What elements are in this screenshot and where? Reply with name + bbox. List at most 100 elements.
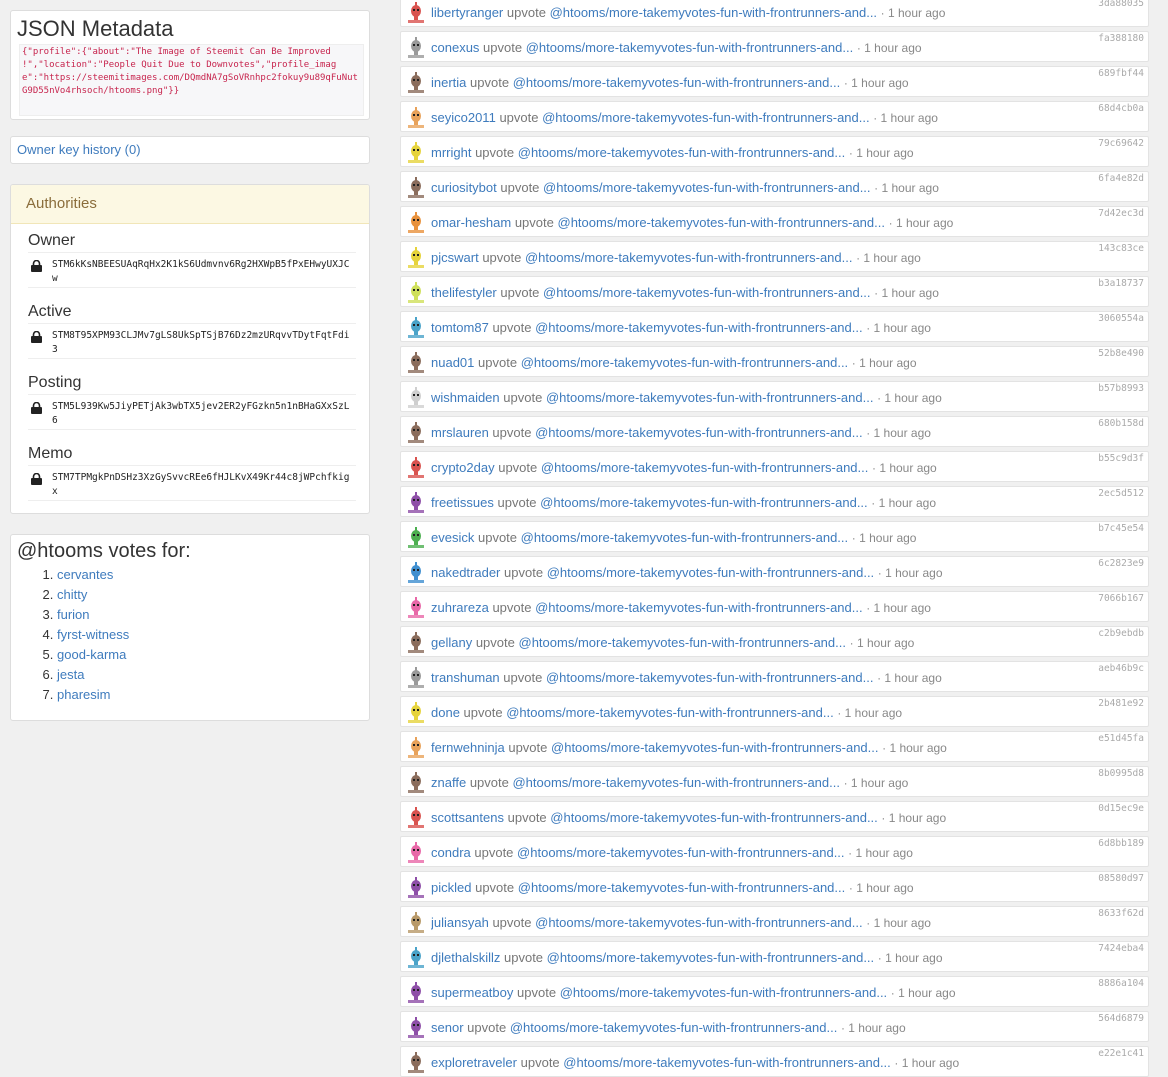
robot-avatar-icon[interactable] — [405, 1051, 427, 1073]
robot-avatar-icon[interactable] — [405, 351, 427, 373]
robot-avatar-icon[interactable] — [405, 911, 427, 933]
activity-user-link[interactable]: pickled — [431, 880, 471, 895]
activity-user-link[interactable]: condra — [431, 845, 471, 860]
activity-trx-hash[interactable]: 3060554a — [1098, 313, 1144, 324]
activity-post-link[interactable]: @htooms/more-takemyvotes-fun-with-frontr… — [506, 705, 833, 720]
witness-link[interactable]: furion — [57, 607, 90, 622]
activity-user-link[interactable]: wishmaiden — [431, 390, 500, 405]
robot-avatar-icon[interactable] — [405, 841, 427, 863]
activity-post-link[interactable]: @htooms/more-takemyvotes-fun-with-frontr… — [517, 845, 844, 860]
activity-user-link[interactable]: juliansyah — [431, 915, 489, 930]
owner-key-history[interactable]: Owner key history (0) — [10, 136, 370, 164]
robot-avatar-icon[interactable] — [405, 981, 427, 1003]
activity-trx-hash[interactable]: 564d6879 — [1098, 1013, 1144, 1024]
robot-avatar-icon[interactable] — [405, 36, 427, 58]
activity-post-link[interactable]: @htooms/more-takemyvotes-fun-with-frontr… — [540, 495, 867, 510]
activity-post-link[interactable]: @htooms/more-takemyvotes-fun-with-frontr… — [518, 880, 845, 895]
activity-trx-hash[interactable]: 6fa4e82d — [1098, 173, 1144, 184]
robot-avatar-icon[interactable] — [405, 71, 427, 93]
robot-avatar-icon[interactable] — [405, 281, 427, 303]
activity-post-link[interactable]: @htooms/more-takemyvotes-fun-with-frontr… — [526, 40, 853, 55]
activity-trx-hash[interactable]: 2ec5d512 — [1098, 488, 1144, 499]
activity-trx-hash[interactable]: 689fbf44 — [1098, 68, 1144, 79]
activity-user-link[interactable]: transhuman — [431, 670, 500, 685]
robot-avatar-icon[interactable] — [405, 106, 427, 128]
activity-trx-hash[interactable]: 8886a104 — [1098, 978, 1144, 989]
robot-avatar-icon[interactable] — [405, 246, 427, 268]
activity-post-link[interactable]: @htooms/more-takemyvotes-fun-with-frontr… — [510, 1020, 837, 1035]
activity-trx-hash[interactable]: 143c83ce — [1098, 243, 1144, 254]
activity-trx-hash[interactable]: b3a18737 — [1098, 278, 1144, 289]
activity-post-link[interactable]: @htooms/more-takemyvotes-fun-with-frontr… — [550, 5, 877, 20]
robot-avatar-icon[interactable] — [405, 876, 427, 898]
activity-trx-hash[interactable]: 7066b167 — [1098, 593, 1144, 604]
activity-user-link[interactable]: supermeatboy — [431, 985, 513, 1000]
activity-trx-hash[interactable]: b57b8993 — [1098, 383, 1144, 394]
activity-post-link[interactable]: @htooms/more-takemyvotes-fun-with-frontr… — [550, 810, 877, 825]
robot-avatar-icon[interactable] — [405, 631, 427, 653]
robot-avatar-icon[interactable] — [405, 141, 427, 163]
robot-avatar-icon[interactable] — [405, 316, 427, 338]
activity-post-link[interactable]: @htooms/more-takemyvotes-fun-with-frontr… — [547, 565, 874, 580]
activity-trx-hash[interactable]: e22e1c41 — [1098, 1048, 1144, 1059]
activity-post-link[interactable]: @htooms/more-takemyvotes-fun-with-frontr… — [513, 75, 840, 90]
activity-user-link[interactable]: mrright — [431, 145, 471, 160]
activity-user-link[interactable]: seyico2011 — [431, 110, 496, 125]
activity-trx-hash[interactable]: c2b9ebdb — [1098, 628, 1144, 639]
witness-link[interactable]: jesta — [57, 667, 84, 682]
activity-trx-hash[interactable]: 7d42ec3d — [1098, 208, 1144, 219]
activity-post-link[interactable]: @htooms/more-takemyvotes-fun-with-frontr… — [551, 740, 878, 755]
robot-avatar-icon[interactable] — [405, 701, 427, 723]
robot-avatar-icon[interactable] — [405, 946, 427, 968]
activity-user-link[interactable]: mrslauren — [431, 425, 489, 440]
activity-post-link[interactable]: @htooms/more-takemyvotes-fun-with-frontr… — [563, 1055, 890, 1070]
activity-user-link[interactable]: freetissues — [431, 495, 494, 510]
activity-post-link[interactable]: @htooms/more-takemyvotes-fun-with-frontr… — [558, 215, 885, 230]
robot-avatar-icon[interactable] — [405, 386, 427, 408]
activity-user-link[interactable]: nuad01 — [431, 355, 474, 370]
activity-post-link[interactable]: @htooms/more-takemyvotes-fun-with-frontr… — [512, 775, 839, 790]
robot-avatar-icon[interactable] — [405, 666, 427, 688]
activity-trx-hash[interactable]: 7424eba4 — [1098, 943, 1144, 954]
activity-user-link[interactable]: nakedtrader — [431, 565, 500, 580]
activity-trx-hash[interactable]: b55c9d3f — [1098, 453, 1144, 464]
activity-user-link[interactable]: inertia — [431, 75, 466, 90]
activity-trx-hash[interactable]: 68d4cb0a — [1098, 103, 1144, 114]
activity-post-link[interactable]: @htooms/more-takemyvotes-fun-with-frontr… — [543, 180, 870, 195]
robot-avatar-icon[interactable] — [405, 491, 427, 513]
witness-link[interactable]: pharesim — [57, 687, 110, 702]
activity-user-link[interactable]: fernwehninja — [431, 740, 505, 755]
activity-user-link[interactable]: thelifestyler — [431, 285, 497, 300]
robot-avatar-icon[interactable] — [405, 526, 427, 548]
activity-user-link[interactable]: libertyranger — [431, 5, 503, 20]
activity-post-link[interactable]: @htooms/more-takemyvotes-fun-with-frontr… — [535, 915, 862, 930]
robot-avatar-icon[interactable] — [405, 806, 427, 828]
witness-link[interactable]: good-karma — [57, 647, 126, 662]
robot-avatar-icon[interactable] — [405, 176, 427, 198]
activity-user-link[interactable]: curiositybot — [431, 180, 497, 195]
owner-key-history-link[interactable]: Owner key history (0) — [17, 142, 141, 157]
witness-link[interactable]: cervantes — [57, 567, 113, 582]
activity-trx-hash[interactable]: 6c2823e9 — [1098, 558, 1144, 569]
activity-trx-hash[interactable]: 0d15ec9e — [1098, 803, 1144, 814]
activity-trx-hash[interactable]: 3da88035 — [1098, 0, 1144, 9]
activity-user-link[interactable]: omar-hesham — [431, 215, 511, 230]
activity-post-link[interactable]: @htooms/more-takemyvotes-fun-with-frontr… — [560, 985, 887, 1000]
robot-avatar-icon[interactable] — [405, 421, 427, 443]
activity-post-link[interactable]: @htooms/more-takemyvotes-fun-with-frontr… — [521, 355, 848, 370]
activity-trx-hash[interactable]: b7c45e54 — [1098, 523, 1144, 534]
witness-link[interactable]: fyrst-witness — [57, 627, 129, 642]
activity-user-link[interactable]: djlethalskillz — [431, 950, 500, 965]
activity-user-link[interactable]: crypto2day — [431, 460, 495, 475]
activity-trx-hash[interactable]: e51d45fa — [1098, 733, 1144, 744]
robot-avatar-icon[interactable] — [405, 211, 427, 233]
activity-trx-hash[interactable]: 8633f62d — [1098, 908, 1144, 919]
activity-user-link[interactable]: zuhrareza — [431, 600, 489, 615]
activity-trx-hash[interactable]: 8b0995d8 — [1098, 768, 1144, 779]
activity-post-link[interactable]: @htooms/more-takemyvotes-fun-with-frontr… — [535, 425, 862, 440]
activity-post-link[interactable]: @htooms/more-takemyvotes-fun-with-frontr… — [546, 390, 873, 405]
activity-trx-hash[interactable]: 2b481e92 — [1098, 698, 1144, 709]
activity-post-link[interactable]: @htooms/more-takemyvotes-fun-with-frontr… — [535, 600, 862, 615]
activity-trx-hash[interactable]: 6d8bb189 — [1098, 838, 1144, 849]
activity-trx-hash[interactable]: 680b158d — [1098, 418, 1144, 429]
